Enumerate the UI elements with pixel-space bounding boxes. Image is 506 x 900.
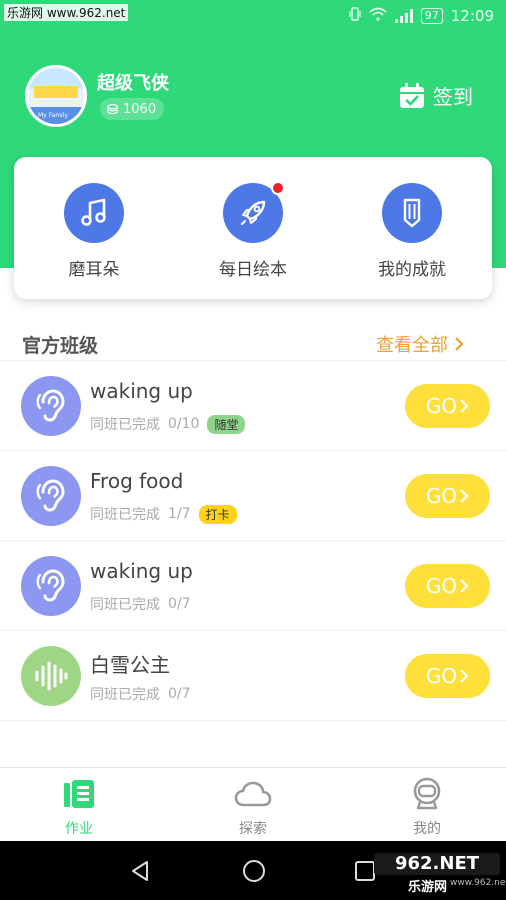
progress-value: 0/10 [168,416,200,432]
coin-icon [107,103,118,114]
coin-balance: 1060 [100,98,165,120]
battery-indicator: 97 [420,8,443,24]
progress-label: 同班已完成 [90,687,160,703]
rocket-icon [223,181,285,243]
signal-icon [394,9,413,23]
ear-icon [21,556,81,616]
chevron-right-icon [455,337,464,351]
status-bar: 乐游网 www.962.net 97 12:09 [0,0,506,34]
watermark-sub: 乐游网 [408,880,448,895]
class-tag: 随堂 [207,414,246,434]
homework-icon [29,776,129,812]
go-button[interactable]: GO [405,384,490,428]
avatar[interactable]: My Family [25,65,87,127]
tab-explore[interactable]: 探索 [203,776,303,838]
tab-label: 作业 [65,821,93,837]
tab-homework[interactable]: 作业 [29,776,129,838]
section-title: 官方班级 [22,335,99,357]
watermark-logo: 962.NET 乐游网 www.962.net [374,853,506,895]
class-title: 白雪公主 [90,653,170,677]
feature-label: 每日绘本 [219,260,287,280]
class-progress: 同班已完成 0/7 [90,594,191,614]
wifi-icon [369,7,387,25]
system-nav-bar: 962.NET 乐游网 www.962.net [0,841,506,900]
music-note-icon [64,183,124,243]
class-row[interactable]: waking up 同班已完成 0/10 随堂 GO [0,361,506,451]
home-icon[interactable] [242,859,266,883]
ear-icon [21,466,81,526]
view-all-label: 查看全部 [376,335,448,356]
calendar-check-icon [400,82,424,108]
go-label: GO [425,574,458,598]
ear-icon [21,376,81,436]
tab-label: 我的 [413,821,441,837]
view-all-link[interactable]: 查看全部 [376,331,464,357]
watermark-url: www.962.net [450,878,506,888]
bottom-tab-bar: 作业 探索 我的 [0,767,506,841]
chevron-right-icon [460,579,469,593]
go-button[interactable]: GO [405,474,490,518]
class-title: waking up [90,379,193,403]
class-title: Frog food [90,469,184,493]
coin-count: 1060 [123,101,157,117]
go-button[interactable]: GO [405,564,490,608]
class-row[interactable]: waking up 同班已完成 0/7 GO [0,541,506,631]
vibrate-icon [349,7,361,25]
feature-achievements[interactable]: 我的成就 [352,183,472,280]
tab-label: 探索 [239,821,267,837]
signin-label: 签到 [433,85,473,109]
progress-label: 同班已完成 [90,417,160,433]
feature-listening[interactable]: 磨耳朵 [34,183,154,280]
tab-profile[interactable]: 我的 [377,776,477,838]
profile-icon [377,776,477,812]
class-progress: 同班已完成 1/7 打卡 [90,504,237,524]
feature-label: 磨耳朵 [68,260,120,280]
signin-button[interactable]: 签到 [398,81,473,110]
class-progress: 同班已完成 0/10 随堂 [90,414,246,434]
go-label: GO [425,484,458,508]
class-row[interactable]: 白雪公主 同班已完成 0/7 GO [0,631,506,721]
chevron-right-icon [460,489,469,503]
feature-label: 我的成就 [378,260,446,280]
progress-value: 0/7 [168,596,191,612]
chevron-right-icon [460,399,469,413]
username: 超级飞侠 [97,73,169,94]
status-indicators: 97 12:09 [349,7,494,25]
progress-value: 0/7 [168,686,191,702]
clock: 12:09 [450,7,494,25]
go-button[interactable]: GO [405,654,490,698]
go-label: GO [425,394,458,418]
notification-dot [271,181,285,195]
waveform-icon [21,646,81,706]
class-progress: 同班已完成 0/7 [90,684,191,704]
cloud-icon [203,776,303,812]
watermark-logo-text: 962.NET [374,853,500,875]
go-label: GO [425,664,458,688]
progress-value: 1/7 [168,506,191,522]
recent-apps-icon[interactable] [354,860,376,882]
pencil-icon [382,183,442,243]
chevron-right-icon [460,669,469,683]
feature-daily-picturebook[interactable]: 每日绘本 [193,181,313,280]
progress-label: 同班已完成 [90,507,160,523]
watermark-text: 乐游网 www.962.net [4,4,129,21]
progress-label: 同班已完成 [90,597,160,613]
back-icon[interactable] [130,860,150,882]
class-tag: 打卡 [198,504,237,524]
feature-card: 磨耳朵 每日绘本 我的成就 [14,157,492,299]
class-row[interactable]: Frog food 同班已完成 1/7 打卡 GO [0,451,506,541]
class-title: waking up [90,559,193,583]
avatar-caption: My Family [38,112,68,119]
